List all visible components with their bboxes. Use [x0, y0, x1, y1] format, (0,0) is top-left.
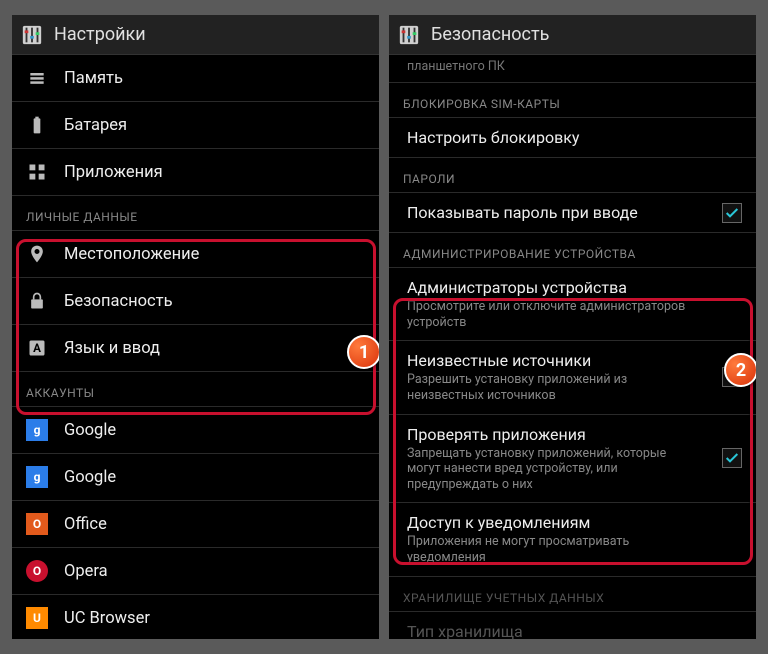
lock-icon [26, 290, 48, 312]
row-label: Google [64, 468, 365, 487]
row-show-password[interactable]: Показывать пароль при вводе [389, 193, 756, 233]
checkbox-checked[interactable] [722, 203, 742, 223]
page-title: Настройки [54, 24, 146, 45]
language-icon: A [26, 337, 48, 359]
section-sim-lock: БЛОКИРОВКА SIM-КАРТЫ [389, 83, 756, 118]
row-label: UC Browser [64, 609, 365, 628]
row-label: Администраторы устройства [407, 278, 738, 297]
titlebar: Безопасность [389, 15, 756, 55]
memory-icon [26, 67, 48, 89]
settings-screen: Настройки Память Батарея Приложения ЛИЧН… [12, 15, 379, 639]
row-label: Язык и ввод [64, 339, 365, 358]
row-security[interactable]: Безопасность [12, 278, 379, 325]
row-label: Местоположение [64, 245, 365, 264]
row-subtitle: Разрешить установку приложений из неизве… [407, 372, 738, 403]
row-label: Google [64, 421, 365, 440]
badge-1: 1 [347, 335, 379, 369]
apps-icon [26, 161, 48, 183]
row-label: Настроить блокировку [407, 128, 738, 147]
section-credential-storage: ХРАНИЛИЩЕ УЧЕТНЫХ ДАННЫХ [389, 577, 756, 612]
checkbox-checked[interactable] [722, 448, 742, 468]
row-apps[interactable]: Приложения [12, 149, 379, 196]
row-label: Opera [64, 562, 365, 581]
row-location[interactable]: Местоположение [12, 231, 379, 278]
row-notification-access[interactable]: Доступ к уведомлениям Приложения не могу… [389, 503, 756, 576]
security-list: планшетного ПК БЛОКИРОВКА SIM-КАРТЫ Наст… [389, 55, 756, 639]
partial-row: планшетного ПК [389, 55, 756, 83]
row-label: Проверять приложения [407, 425, 738, 444]
office-icon: O [26, 513, 48, 535]
row-device-admins[interactable]: Администраторы устройства Просмотрите ил… [389, 268, 756, 341]
row-subtitle: Приложения не могут просматривать уведом… [407, 534, 738, 565]
badge-2: 2 [724, 353, 756, 387]
row-unknown-sources[interactable]: Неизвестные источники Разрешить установк… [389, 341, 756, 414]
section-personal-data: ЛИЧНЫЕ ДАННЫЕ [12, 196, 379, 231]
row-label: Память [64, 69, 365, 88]
battery-icon [26, 114, 48, 136]
row-account-office[interactable]: O Office [12, 501, 379, 548]
settings-icon [397, 23, 421, 47]
row-label: Неизвестные источники [407, 351, 738, 370]
row-account-google[interactable]: g Google [12, 407, 379, 454]
row-battery[interactable]: Батарея [12, 102, 379, 149]
row-memory[interactable]: Память [12, 55, 379, 102]
row-subtitle: Просмотрите или отключите администраторо… [407, 299, 738, 330]
location-icon [26, 243, 48, 265]
opera-icon: O [26, 560, 48, 582]
settings-list: Память Батарея Приложения ЛИЧНЫЕ ДАННЫЕ … [12, 55, 379, 639]
row-account-opera[interactable]: O Opera [12, 548, 379, 595]
row-subtitle: Запрещать установку приложений, которые … [407, 446, 738, 493]
row-label: Тип хранилища [407, 622, 738, 639]
row-verify-apps[interactable]: Проверять приложения Запрещать установку… [389, 415, 756, 504]
section-passwords: ПАРОЛИ [389, 158, 756, 193]
titlebar: Настройки [12, 15, 379, 55]
row-sim-lock-setup[interactable]: Настроить блокировку [389, 118, 756, 158]
row-storage-type: Тип хранилища Только программное [389, 612, 756, 639]
google-icon: g [26, 419, 48, 441]
svg-text:A: A [33, 341, 41, 355]
ucbrowser-icon: U [26, 607, 48, 629]
section-accounts: АККАУНТЫ [12, 372, 379, 407]
row-label: Показывать пароль при вводе [407, 203, 738, 222]
settings-icon [20, 23, 44, 47]
row-account-ucbrowser[interactable]: U UC Browser [12, 595, 379, 639]
row-label: Батарея [64, 116, 365, 135]
page-title: Безопасность [431, 24, 549, 45]
section-device-admin: АДМИНИСТРИРОВАНИЕ УСТРОЙСТВА [389, 233, 756, 268]
row-language[interactable]: A Язык и ввод [12, 325, 379, 372]
row-label: Приложения [64, 163, 365, 182]
google-icon: g [26, 466, 48, 488]
row-label: Безопасность [64, 292, 365, 311]
security-screen: Безопасность планшетного ПК БЛОКИРОВКА S… [389, 15, 756, 639]
row-label: Office [64, 515, 365, 534]
row-account-google[interactable]: g Google [12, 454, 379, 501]
row-label: Доступ к уведомлениям [407, 513, 738, 532]
